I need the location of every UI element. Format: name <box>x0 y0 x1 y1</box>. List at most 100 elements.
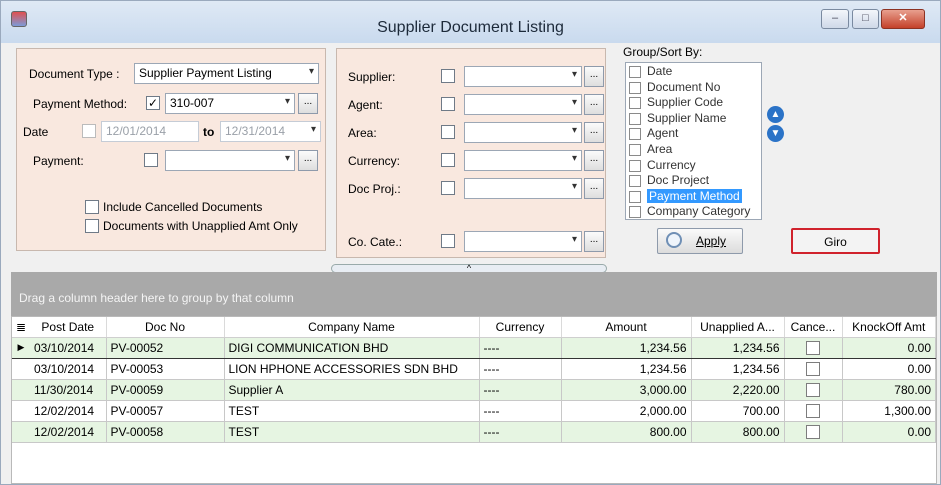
co-cate-lookup-button[interactable]: ... <box>584 231 604 252</box>
currency-checkbox[interactable] <box>441 153 455 167</box>
group-sort-label: Group/Sort By: <box>623 45 703 59</box>
agent-label: Agent: <box>348 98 383 112</box>
currency-lookup-button[interactable]: ... <box>584 150 604 171</box>
minimize-button[interactable]: – <box>821 9 849 29</box>
agent-lookup-button[interactable]: ... <box>584 94 604 115</box>
group-sort-checkbox[interactable] <box>629 66 641 78</box>
group-sort-checkbox[interactable] <box>629 128 641 141</box>
table-cell: TEST <box>224 421 480 443</box>
unapplied-only-checkbox[interactable] <box>85 219 99 233</box>
table-row[interactable]: 11/30/2014 PV-00059 Supplier A ---- 3,000.00… <box>12 379 936 401</box>
payment-select[interactable]: ▾ <box>165 150 295 171</box>
maximize-button[interactable]: □ <box>852 9 879 29</box>
date-to-picker[interactable]: 12/31/2014 ▾ <box>220 121 321 142</box>
table-row[interactable]: ▶ 03/10/2014 PV-00052 DIGI COMMUNICATION BH… <box>12 336 936 359</box>
group-sort-item[interactable]: Payment Method <box>628 188 759 205</box>
row-indicator <box>12 421 30 443</box>
column-header[interactable]: Company Name <box>224 317 480 338</box>
document-type-select[interactable]: Supplier Payment Listing ▾ <box>134 63 319 84</box>
doc-proj-select[interactable]: ▾ <box>464 178 582 199</box>
grid-header-row: ≣ Post Date Doc No Company Name Currency Amo… <box>12 317 936 338</box>
table-cell: TEST <box>224 400 480 422</box>
payment-method-lookup-button[interactable]: ... <box>298 93 318 114</box>
column-header[interactable]: Doc No <box>106 317 225 338</box>
document-type-label: Document Type : <box>29 67 120 81</box>
move-up-icon[interactable]: ▲ <box>767 106 784 123</box>
group-sort-item[interactable]: Doc Project <box>628 173 759 189</box>
agent-select[interactable]: ▾ <box>464 94 582 115</box>
area-checkbox[interactable] <box>441 125 455 139</box>
table-row[interactable]: 12/02/2014 PV-00057 TEST ---- 2,000.00 700.00… <box>12 400 936 422</box>
supplier-lookup-button[interactable]: ... <box>584 66 604 87</box>
date-to-value: 12/31/2014 <box>225 124 286 138</box>
grid-menu-icon[interactable]: ≣ <box>12 317 30 338</box>
date-from-picker[interactable]: 12/01/2014 <box>101 121 199 142</box>
include-cancelled-checkbox[interactable] <box>85 200 99 214</box>
apply-button[interactable]: Apply <box>657 228 743 254</box>
table-cell: 0.00 <box>842 336 936 359</box>
doc-proj-checkbox[interactable] <box>441 181 455 195</box>
column-header[interactable]: KnockOff Amt <box>842 317 936 338</box>
move-down-icon[interactable]: ▼ <box>767 125 784 142</box>
group-sort-checkbox[interactable] <box>629 81 641 94</box>
supplier-select[interactable]: ▾ <box>464 66 582 87</box>
doc-proj-lookup-button[interactable]: ... <box>584 178 604 199</box>
table-cell: 800.00 <box>561 421 692 443</box>
group-sort-item[interactable]: Company Category <box>628 204 759 220</box>
chevron-down-icon: ▾ <box>310 124 316 135</box>
group-sort-item[interactable]: Agent <box>628 126 759 142</box>
date-from-value: 12/01/2014 <box>106 124 167 138</box>
group-by-drop-area[interactable]: Drag a column header here to group by th… <box>11 272 937 322</box>
group-sort-checkbox[interactable] <box>629 206 641 219</box>
table-cell: PV-00059 <box>106 379 225 401</box>
group-sort-list[interactable]: Date Document No Supplier Code Supplier Nam… <box>625 62 762 220</box>
apply-label: Apply <box>695 234 727 248</box>
co-cate-checkbox[interactable] <box>441 234 455 248</box>
group-sort-checkbox[interactable] <box>629 159 641 172</box>
group-sort-checkbox[interactable] <box>629 143 641 156</box>
area-lookup-button[interactable]: ... <box>584 122 604 143</box>
payment-method-select[interactable]: 310-007 ▾ <box>165 93 295 114</box>
payment-method-checkbox[interactable]: ✓ <box>146 96 160 110</box>
column-header[interactable]: Unapplied A... <box>691 317 785 338</box>
table-row[interactable]: 12/02/2014 PV-00058 TEST ---- 800.00 800.00 0.… <box>12 421 936 443</box>
currency-select[interactable]: ▾ <box>464 150 582 171</box>
cancelled-checkbox[interactable] <box>806 340 820 355</box>
giro-button[interactable]: Giro <box>791 228 880 254</box>
group-sort-item[interactable]: Date <box>628 64 759 80</box>
close-button[interactable]: ✕ <box>881 9 925 29</box>
group-sort-item[interactable]: Supplier Name <box>628 111 759 127</box>
cancelled-checkbox[interactable] <box>806 361 820 376</box>
group-sort-item[interactable]: Document No <box>628 80 759 96</box>
group-sort-checkbox[interactable] <box>629 175 641 188</box>
payment-checkbox[interactable] <box>144 153 158 167</box>
column-header[interactable]: Amount <box>561 317 692 338</box>
table-cell: ---- <box>479 379 562 401</box>
co-cate-select[interactable]: ▾ <box>464 231 582 252</box>
column-header[interactable]: Cance... <box>784 317 843 338</box>
group-sort-checkbox[interactable] <box>629 190 641 203</box>
group-sort-item[interactable]: Currency <box>628 158 759 174</box>
table-cell: Supplier A <box>224 379 480 401</box>
cancelled-checkbox[interactable] <box>806 403 820 418</box>
area-select[interactable]: ▾ <box>464 122 582 143</box>
date-checkbox[interactable] <box>82 124 96 138</box>
title-bar[interactable]: Supplier Document Listing – □ ✕ <box>1 1 940 43</box>
column-header[interactable]: Post Date <box>30 317 107 338</box>
table-row[interactable]: 03/10/2014 PV-00053 LION HPHONE ACCESSORIE… <box>12 358 936 380</box>
cancelled-checkbox[interactable] <box>806 382 820 397</box>
group-sort-checkbox[interactable] <box>629 112 641 125</box>
payment-method-value: 310-007 <box>170 96 215 110</box>
group-sort-item[interactable]: Area <box>628 142 759 158</box>
agent-checkbox[interactable] <box>441 97 455 111</box>
payment-lookup-button[interactable]: ... <box>298 150 318 171</box>
table-cell <box>784 400 843 422</box>
column-header[interactable]: Currency <box>479 317 562 338</box>
group-sort-checkbox[interactable] <box>629 97 641 110</box>
supplier-checkbox[interactable] <box>441 69 455 83</box>
content-area: Document Type : Supplier Payment Listing… <box>1 43 940 484</box>
cancelled-checkbox[interactable] <box>806 424 820 439</box>
group-sort-item[interactable]: Supplier Code <box>628 95 759 111</box>
window-title: Supplier Document Listing <box>377 19 564 36</box>
currency-label: Currency: <box>348 154 401 168</box>
